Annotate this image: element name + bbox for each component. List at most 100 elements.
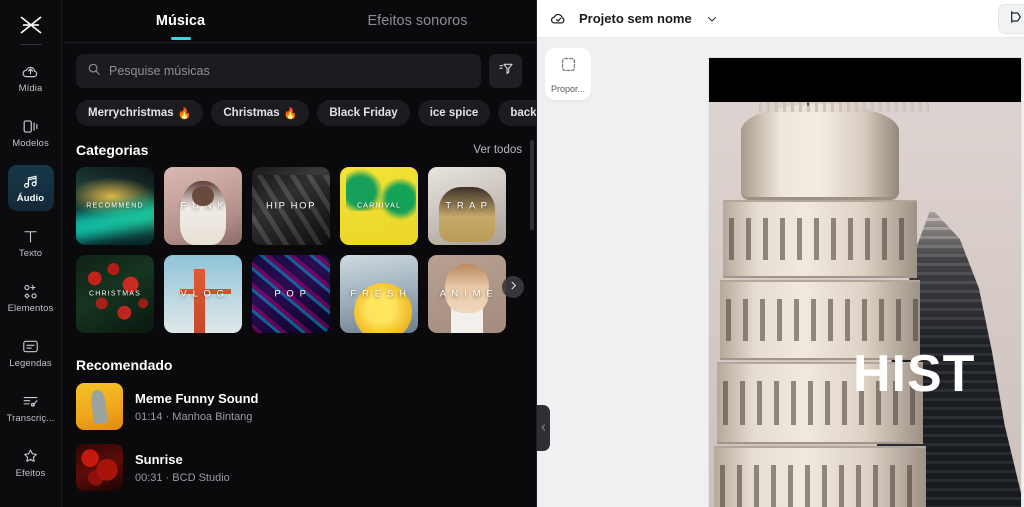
aspect-ratio-button[interactable]: Propor... [545,48,591,100]
category-card-hiphop[interactable]: HIP HOP [252,167,330,245]
audio-panel: Música Efeitos sonoros Pesquise músicas … [62,0,537,507]
section-title: Recomendado [76,357,173,373]
template-icon [21,117,40,136]
track-info: Sunrise 00:31 · BCD Studio [135,452,230,484]
category-card-recommend[interactable]: RECOMMEND [76,167,154,245]
sidebar-item-label: Efeitos [15,468,46,479]
category-card-anime[interactable]: A N I M E [428,255,506,333]
capcut-logo[interactable] [11,8,51,42]
tag-chip-row: Merrychristmas 🔥 Christmas 🔥 Black Frida… [62,88,536,126]
category-card-funk[interactable]: F U N K [164,167,242,245]
sidebar-item-transcricao[interactable]: Transcriç... [7,385,54,431]
chip-label: Black Friday [329,107,398,119]
tower-tier [714,446,926,507]
category-label: F R E S H [350,288,408,300]
category-card-vlog[interactable]: V L O G [164,255,242,333]
category-card-pop[interactable]: P O P [252,255,330,333]
sidebar-item-efeitos[interactable]: Efeitos [8,440,54,486]
chevron-left-icon [539,419,548,437]
section-title: Categorias [76,142,149,158]
effects-sparkle-icon [21,447,40,466]
track-title: Sunrise [135,451,183,467]
track-info: Meme Funny Sound 01:14 · Manhoa Bintang [135,391,259,423]
filter-icon [498,61,514,82]
filter-button[interactable] [489,54,522,88]
category-label: V L O G [180,288,226,300]
sidebar-item-modelos[interactable]: Modelos [8,110,54,156]
chip-label: Christmas [223,107,280,119]
tag-chip[interactable]: ice spice [417,100,491,126]
captions-icon [21,337,40,356]
tower-arches [716,464,924,507]
tag-chip[interactable]: Black Friday [317,100,410,126]
chevron-right-icon [508,278,519,296]
tab-efeitos-sonoros[interactable]: Efeitos sonoros [299,0,536,43]
project-name[interactable]: Projeto sem nome [579,11,692,26]
tab-label: Música [155,12,206,29]
tab-musica[interactable]: Música [62,0,299,43]
aspect-ratio-icon [559,55,578,79]
category-label: HIP HOP [265,200,317,212]
tab-underline [170,36,191,40]
panel-tabs: Música Efeitos sonoros [62,0,536,43]
cloud-check-icon[interactable] [547,8,569,30]
elements-icon [21,282,40,301]
sidebar-item-midia[interactable]: Mídia [8,55,54,101]
search-input[interactable] [109,64,470,78]
overlay-text[interactable]: HIST [853,348,975,400]
transcribe-icon [21,392,40,411]
search-box[interactable] [76,54,481,88]
category-card-fresh[interactable]: F R E S H [340,255,418,333]
category-label: T R A P [445,200,489,212]
panel-collapse-handle[interactable] [537,405,550,451]
leaning-tower-image [714,82,929,507]
sidebar-item-elementos[interactable]: Elementos [8,275,54,321]
sidebar-item-texto[interactable]: Texto [8,220,54,266]
category-row: RECOMMEND F U N K HIP HOP CARNIVAL T R A… [76,167,536,245]
tag-chip[interactable]: backgrou [498,100,536,126]
category-card-christmas[interactable]: CHRISTMAS [76,255,154,333]
chip-label: Merrychristmas [88,107,174,119]
sidebar-item-legendas[interactable]: Legendas [8,330,54,376]
canvas-wrap: HIST [709,58,1024,507]
sidebar-item-label: Mídia [18,83,43,94]
music-note-icon [21,172,40,191]
export-icon [1007,9,1023,30]
list-item[interactable]: Sunrise 00:31 · BCD Studio [76,444,522,491]
recommended-list: Meme Funny Sound 01:14 · Manhoa Bintang … [62,375,536,491]
category-grid: RECOMMEND F U N K HIP HOP CARNIVAL T R A… [62,158,536,333]
tool-label: Propor... [550,83,586,94]
sidebar-item-audio[interactable]: Áudio [7,165,54,211]
see-all-link[interactable]: Ver todos [473,144,522,156]
fire-icon: 🔥 [177,107,192,120]
track-thumbnail [76,383,123,430]
tag-chip[interactable]: Christmas 🔥 [211,100,310,126]
tower-arches [722,298,918,342]
track-meta: 01:14 · Manhoa Bintang [135,410,253,423]
category-card-carnival[interactable]: CARNIVAL [340,167,418,245]
category-card-trap[interactable]: T R A P [428,167,506,245]
list-item[interactable]: Meme Funny Sound 01:14 · Manhoa Bintang [76,383,522,430]
fire-icon: 🔥 [283,107,298,120]
text-t-icon [21,227,40,246]
categories-header: Categorias Ver todos [62,126,536,158]
chevron-down-icon[interactable] [706,13,718,25]
video-preview[interactable]: HIST [709,58,1021,507]
panel-scrollbar[interactable] [530,140,534,230]
chip-label: backgrou [510,107,536,119]
tag-chip[interactable]: Merrychristmas 🔥 [76,100,204,126]
sidebar-item-label: Texto [18,248,43,259]
category-label: CARNIVAL [356,202,402,210]
sidebar-item-label: Modelos [12,138,49,149]
left-rail: Mídia Modelos Áudio Texto Elementos Lege… [0,0,62,507]
category-next-button[interactable] [502,276,524,298]
top-bar-right [998,4,1024,34]
sidebar-item-label: Legendas [9,358,52,369]
rail-divider [19,44,42,45]
export-button[interactable] [998,4,1024,34]
editor-area: Projeto sem nome Propor... HIST [537,0,1024,507]
category-label: A N I M E [439,288,495,300]
tab-label: Efeitos sonoros [367,12,468,29]
search-row [62,43,536,88]
chip-label: ice spice [429,107,479,119]
